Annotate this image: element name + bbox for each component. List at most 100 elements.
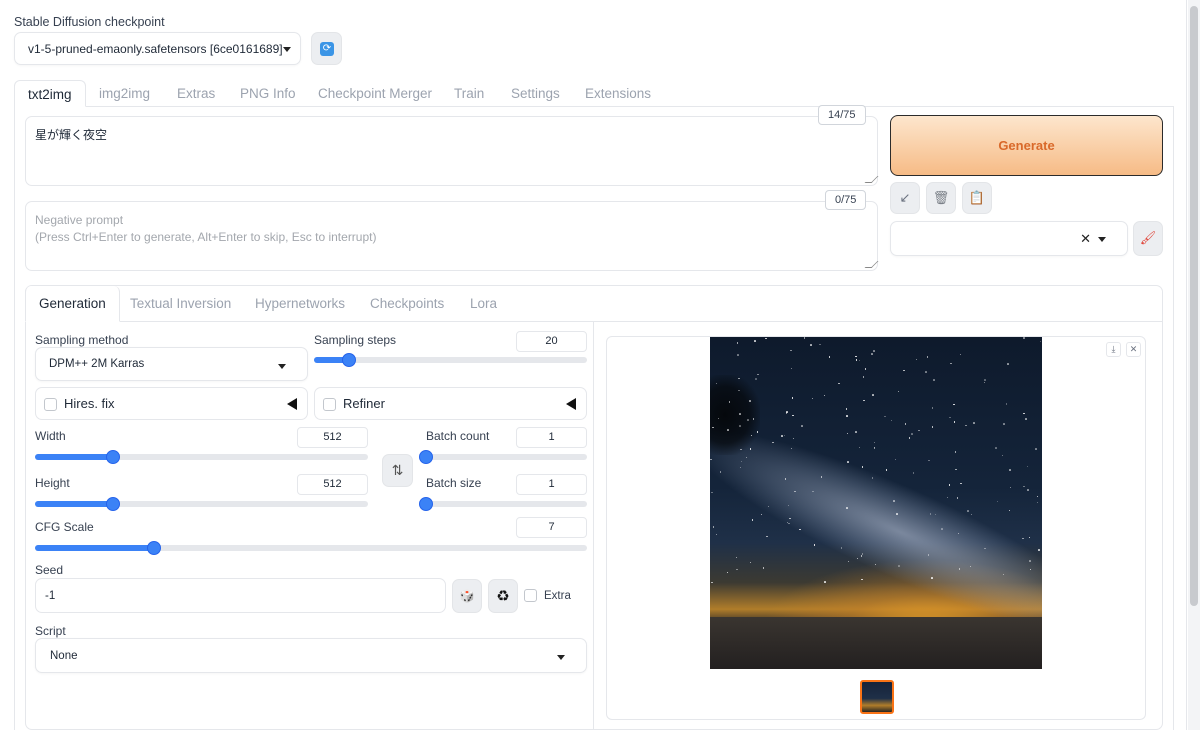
styles-select[interactable]: ✕ bbox=[890, 221, 1128, 256]
expand-triangle-icon[interactable] bbox=[566, 398, 576, 410]
star bbox=[810, 344, 812, 346]
star bbox=[1022, 537, 1024, 540]
star bbox=[954, 451, 957, 453]
height-slider[interactable] bbox=[35, 497, 368, 511]
refiner-accordion[interactable]: Refiner bbox=[314, 387, 587, 420]
star bbox=[855, 431, 857, 433]
star bbox=[711, 581, 713, 584]
resize-handle-icon[interactable] bbox=[864, 176, 879, 183]
width-slider[interactable] bbox=[35, 450, 368, 464]
tab-img2img[interactable]: img2img bbox=[86, 80, 163, 107]
star bbox=[819, 343, 821, 346]
star bbox=[896, 513, 898, 515]
star bbox=[1003, 423, 1005, 425]
width-input[interactable]: 512 bbox=[297, 427, 368, 448]
hires-fix-checkbox[interactable] bbox=[44, 398, 57, 411]
apply-styles-button[interactable]: 📋 bbox=[962, 182, 992, 214]
close-icon[interactable]: ✕ bbox=[1126, 342, 1141, 357]
cfg-scale-slider[interactable] bbox=[35, 541, 587, 555]
batch-count-slider[interactable] bbox=[419, 450, 587, 464]
scrollbar-thumb[interactable] bbox=[1190, 6, 1198, 606]
read-params-button[interactable]: ↙ bbox=[890, 182, 920, 214]
sampling-steps-input[interactable]: 20 bbox=[516, 331, 587, 352]
refiner-checkbox[interactable] bbox=[323, 398, 336, 411]
star bbox=[912, 472, 915, 474]
star bbox=[792, 414, 794, 417]
edit-styles-button[interactable]: 🖌 bbox=[1133, 221, 1163, 256]
slider-handle[interactable] bbox=[146, 541, 161, 555]
tab-settings[interactable]: Settings bbox=[498, 80, 573, 107]
seed-input[interactable]: -1 bbox=[35, 578, 446, 613]
tab-train[interactable]: Train bbox=[441, 80, 497, 107]
resize-handle-icon[interactable] bbox=[864, 261, 879, 268]
batch-size-slider[interactable] bbox=[419, 497, 587, 511]
generate-button[interactable]: Generate bbox=[890, 115, 1163, 176]
star bbox=[727, 429, 729, 431]
negative-token-counter: 0/75 bbox=[825, 190, 867, 210]
swap-dimensions-button[interactable]: ⇅ bbox=[382, 454, 413, 487]
star bbox=[890, 419, 893, 422]
hires-fix-label: Hires. fix bbox=[64, 396, 115, 411]
tab-textual-inversion[interactable]: Textual Inversion bbox=[117, 286, 244, 322]
star bbox=[739, 425, 741, 427]
star bbox=[933, 379, 935, 381]
sampling-method-select[interactable]: DPM++ 2M Karras bbox=[35, 347, 308, 381]
star bbox=[861, 578, 863, 581]
tab-hypernetworks[interactable]: Hypernetworks bbox=[242, 286, 358, 322]
star bbox=[941, 528, 943, 530]
refresh-checkpoint-button[interactable]: ⟳ bbox=[311, 32, 342, 65]
tab-checkpoints[interactable]: Checkpoints bbox=[357, 286, 457, 322]
seed-value: -1 bbox=[45, 590, 56, 602]
star bbox=[735, 556, 738, 559]
tab-png-info[interactable]: PNG Info bbox=[227, 80, 309, 107]
star bbox=[790, 349, 792, 352]
star bbox=[749, 400, 751, 402]
tab-generation[interactable]: Generation bbox=[25, 286, 120, 322]
generated-image[interactable] bbox=[710, 337, 1042, 669]
extra-checkbox[interactable] bbox=[524, 589, 537, 602]
hires-fix-accordion[interactable]: Hires. fix bbox=[35, 387, 308, 420]
chevron-down-icon bbox=[283, 47, 291, 52]
star bbox=[823, 394, 826, 397]
tab-txt2img[interactable]: txt2img bbox=[14, 80, 86, 107]
download-icon[interactable]: ⤓ bbox=[1106, 342, 1121, 357]
script-select[interactable]: None bbox=[35, 638, 587, 673]
tab-checkpoint-merger[interactable]: Checkpoint Merger bbox=[305, 80, 445, 107]
prompt-textarea[interactable]: 星が輝く夜空 bbox=[25, 116, 879, 186]
star bbox=[931, 577, 933, 579]
star bbox=[965, 424, 967, 427]
gallery-thumbnail[interactable] bbox=[860, 680, 894, 714]
tab-extras[interactable]: Extras bbox=[164, 80, 228, 107]
tab-extensions[interactable]: Extensions bbox=[572, 80, 664, 107]
star bbox=[956, 497, 959, 499]
star bbox=[781, 435, 783, 437]
clear-icon[interactable]: ✕ bbox=[1080, 231, 1091, 247]
batch-size-input[interactable]: 1 bbox=[516, 474, 587, 495]
star bbox=[726, 571, 729, 574]
negative-prompt-textarea[interactable]: Negative prompt (Press Ctrl+Enter to gene… bbox=[25, 201, 879, 271]
slider-handle[interactable] bbox=[419, 450, 433, 464]
checkpoint-select[interactable]: v1-5-pruned-emaonly.safetensors [6ce0161… bbox=[14, 32, 301, 65]
trash-icon: 🗑 bbox=[932, 190, 950, 205]
star bbox=[747, 419, 749, 421]
star bbox=[828, 356, 831, 358]
star bbox=[1023, 337, 1025, 339]
dice-icon: 🎲 bbox=[459, 589, 475, 603]
cfg-scale-label: CFG Scale bbox=[35, 520, 94, 534]
star bbox=[785, 412, 787, 414]
tab-lora[interactable]: Lora bbox=[457, 286, 510, 322]
star bbox=[846, 415, 848, 417]
slider-handle[interactable] bbox=[419, 497, 433, 511]
sampling-method-value: DPM++ 2M Karras bbox=[49, 358, 145, 370]
cfg-scale-input[interactable]: 7 bbox=[516, 517, 587, 538]
batch-count-input[interactable]: 1 bbox=[516, 427, 587, 448]
sampling-steps-slider[interactable] bbox=[314, 353, 587, 367]
reuse-seed-button[interactable]: ♻ bbox=[488, 579, 518, 613]
height-input[interactable]: 512 bbox=[297, 474, 368, 495]
clear-prompt-button[interactable]: 🗑 bbox=[926, 182, 956, 214]
star bbox=[736, 342, 739, 344]
star bbox=[803, 337, 806, 339]
star bbox=[953, 403, 955, 406]
expand-triangle-icon[interactable] bbox=[287, 398, 297, 410]
random-seed-button[interactable]: 🎲 bbox=[452, 579, 482, 613]
